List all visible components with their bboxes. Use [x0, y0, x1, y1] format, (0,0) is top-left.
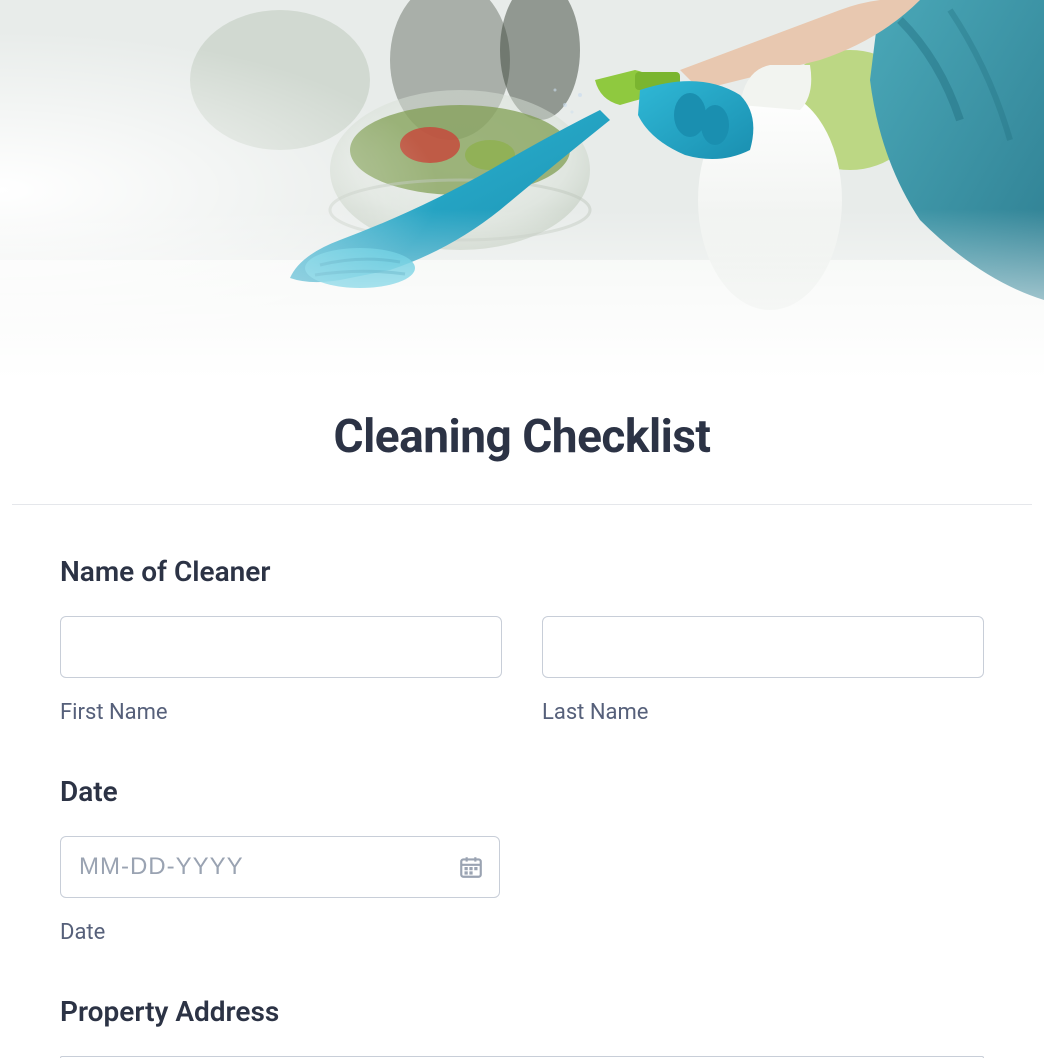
- first-name-input[interactable]: [60, 616, 502, 678]
- date-input[interactable]: [60, 836, 500, 898]
- last-name-sublabel: Last Name: [542, 700, 984, 725]
- last-name-input[interactable]: [542, 616, 984, 678]
- property-address-label: Property Address: [60, 995, 984, 1028]
- page-title: Cleaning Checklist: [0, 410, 1044, 464]
- name-of-cleaner-label: Name of Cleaner: [60, 555, 984, 588]
- first-name-sublabel: First Name: [60, 700, 502, 725]
- date-sublabel: Date: [60, 920, 500, 945]
- date-label: Date: [60, 775, 984, 808]
- hero-image: [0, 0, 1044, 380]
